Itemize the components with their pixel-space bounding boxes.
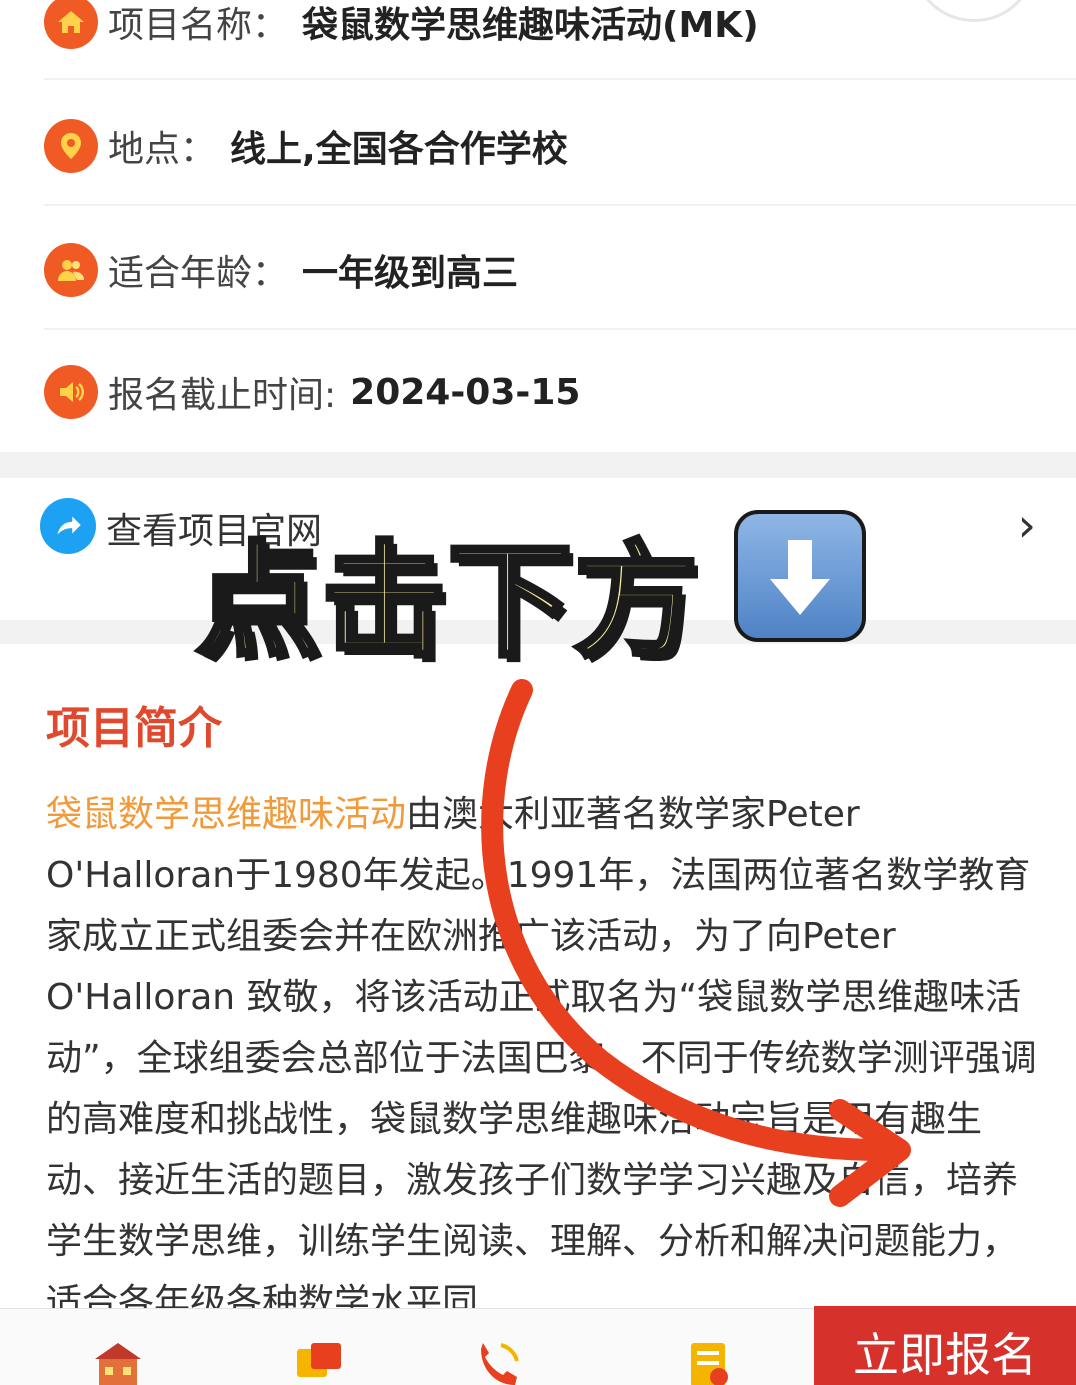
intro-body: 袋鼠数学思维趣味活动由澳大利亚著名数学家Peter O'Halloran于198… (46, 784, 1040, 1333)
phone-icon (481, 1343, 519, 1385)
intro-highlight: 袋鼠数学思维趣味活动 (46, 794, 407, 835)
chat-icon (297, 1343, 341, 1377)
tab-chat[interactable] (218, 1309, 418, 1385)
home-icon (44, 0, 98, 49)
age-row: 适合年龄： 一年级到高三 (44, 240, 518, 300)
deadline-value: 2024-03-15 (350, 371, 581, 413)
tab-home[interactable] (18, 1309, 218, 1385)
intro-text: 由澳大利亚著名数学家Peter O'Halloran于1980年发起。1991年… (46, 794, 1037, 1323)
project-name-label: 项目名称： (108, 5, 289, 46)
top-corner-button[interactable] (914, 0, 1034, 22)
divider (44, 78, 1076, 80)
overlay-caption: 点击下方 (193, 528, 701, 677)
signup-button[interactable]: 立即报名 (814, 1306, 1076, 1385)
deadline-label: 报名截止时间: (108, 375, 337, 416)
project-info-section: 项目名称： 袋鼠数学思维趣味活动(MK) 地点： 线上,全国各合作学校 适合年龄… (0, 0, 1076, 452)
age-value: 一年级到高三 (302, 253, 519, 294)
location-value: 线上,全国各合作学校 (230, 129, 568, 170)
home-icon (95, 1343, 141, 1385)
project-name-value: 袋鼠数学思维趣味活动(MK) (302, 5, 759, 46)
intro-title: 项目简介 (46, 703, 222, 754)
divider (44, 328, 1076, 330)
tab-phone[interactable] (398, 1309, 598, 1385)
share-arrow-icon (40, 498, 96, 554)
speaker-icon (44, 365, 98, 419)
users-icon (44, 243, 98, 297)
tab-form[interactable] (608, 1309, 808, 1385)
location-label: 地点： (108, 129, 217, 170)
location-pin-icon (44, 119, 98, 173)
down-arrow-icon (734, 510, 866, 642)
form-icon (691, 1343, 728, 1385)
project-name-row: 项目名称： 袋鼠数学思维趣味活动(MK) (44, 0, 759, 52)
location-row: 地点： 线上,全国各合作学校 (44, 116, 568, 176)
divider (44, 204, 1076, 206)
deadline-row: 报名截止时间: 2024-03-15 (44, 362, 580, 422)
chevron-right-icon: › (1017, 498, 1036, 552)
section-gap (0, 452, 1076, 478)
age-label: 适合年龄： (108, 253, 289, 294)
